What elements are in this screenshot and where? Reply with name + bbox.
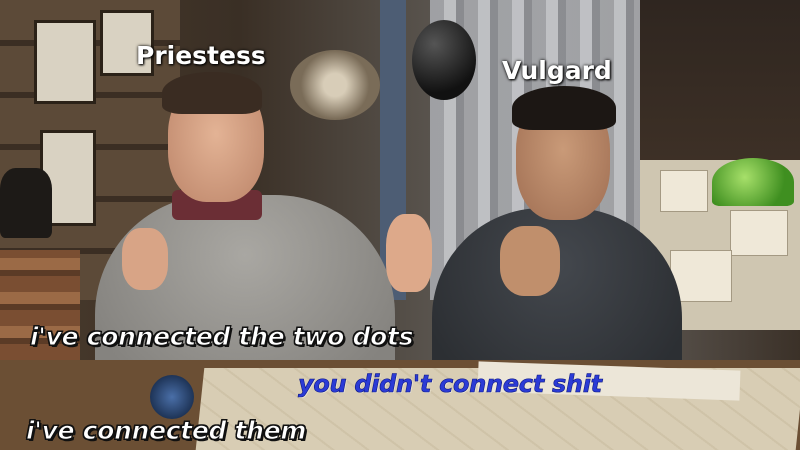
subtitle-line-3: i've connected them (25, 416, 307, 446)
green-desk-lamp (712, 158, 794, 206)
person-right-hand-pointing (500, 226, 560, 296)
pinned-note (730, 210, 788, 256)
pinned-note (660, 170, 708, 212)
person-right-hair (512, 86, 616, 130)
person-left-hand-pen (122, 228, 168, 290)
wall-frame (34, 20, 96, 104)
meme-scene: Priestess Vulgard i've connected the two… (0, 0, 800, 450)
person-left-hair (162, 72, 262, 114)
film-reel (290, 50, 380, 120)
hanging-globe (412, 20, 476, 100)
subtitle-line-2: you didn't connect shit (298, 370, 603, 399)
subtitle-line-1: i've connected the two dots (29, 322, 414, 352)
caption-speaker-left: Priestess (136, 41, 266, 70)
microphone (150, 375, 194, 419)
person-left-hand-pointing (386, 214, 432, 292)
caption-speaker-right: Vulgard (502, 56, 612, 85)
rotary-phone (0, 168, 52, 238)
